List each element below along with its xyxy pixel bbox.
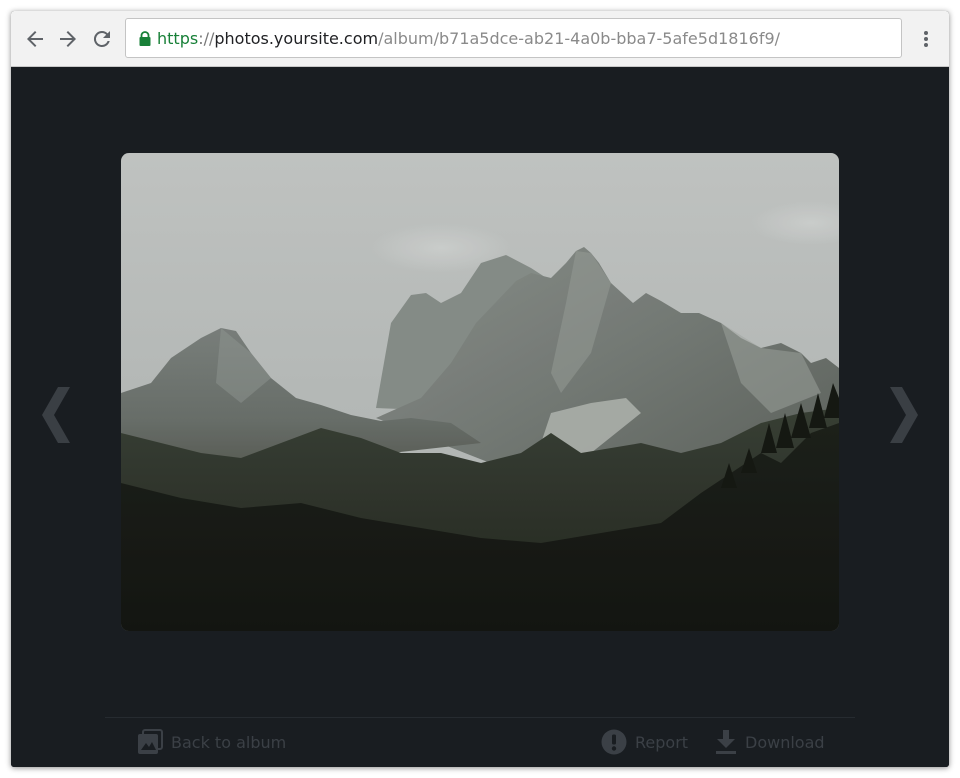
report-label: Report xyxy=(635,732,689,752)
address-bar[interactable]: https://photos.yoursite.com/album/b71a5d… xyxy=(125,18,902,58)
lock-icon xyxy=(139,31,151,46)
next-photo-button[interactable] xyxy=(878,373,928,453)
download-icon xyxy=(716,730,736,754)
forward-button[interactable] xyxy=(56,27,80,51)
url-separator: :// xyxy=(198,29,215,48)
photo-viewer: Back to album Report Download xyxy=(11,67,949,767)
mountain-photo xyxy=(121,153,839,631)
photo xyxy=(121,153,839,631)
reload-button[interactable] xyxy=(90,27,114,51)
photo-album-icon xyxy=(138,729,163,754)
alert-circle-icon xyxy=(601,729,627,755)
back-to-album-button[interactable]: Back to album xyxy=(137,718,286,766)
download-button[interactable]: Download xyxy=(715,718,825,766)
chevron-right-icon xyxy=(890,387,918,443)
photo-actions-footer: Back to album Report Download xyxy=(105,717,855,767)
arrow-right-icon xyxy=(60,31,76,47)
previous-photo-button[interactable] xyxy=(32,373,82,453)
kebab-menu-icon xyxy=(924,31,928,47)
url-host: photos.yoursite.com xyxy=(214,29,379,48)
browser-window: https://photos.yoursite.com/album/b71a5d… xyxy=(11,11,949,767)
back-to-album-label: Back to album xyxy=(171,732,287,752)
back-button[interactable] xyxy=(23,27,47,51)
chevron-left-icon xyxy=(42,387,70,443)
url-scheme: https xyxy=(157,29,199,48)
browser-menu-button[interactable] xyxy=(914,27,938,51)
url-text: https://photos.yoursite.com/album/b71a5d… xyxy=(157,29,780,49)
reload-icon xyxy=(93,30,110,47)
report-button[interactable]: Report xyxy=(601,718,688,766)
browser-toolbar: https://photos.yoursite.com/album/b71a5d… xyxy=(11,11,949,67)
url-path: /album/b71a5dce-ab21-4a0b-bba7-5afe5d181… xyxy=(378,29,781,48)
arrow-left-icon xyxy=(27,31,43,47)
download-label: Download xyxy=(745,732,825,752)
